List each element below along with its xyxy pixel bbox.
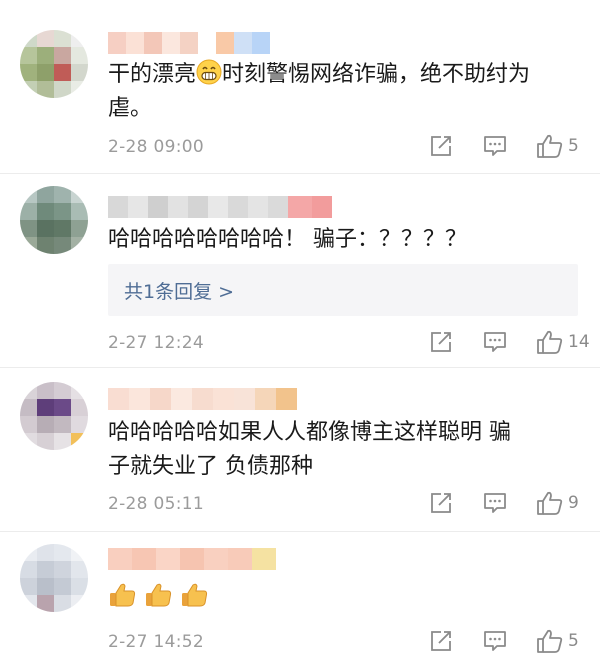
comment-text: 哈哈哈哈哈哈哈哈！ 骗子：？？？？ [108, 227, 467, 252]
share-button[interactable] [428, 133, 454, 159]
grinning-face-emoji-icon [196, 59, 222, 85]
share-icon [431, 136, 451, 156]
timestamp: 2-28 09:00 [108, 137, 204, 157]
comment-icon [484, 332, 506, 352]
share-button[interactable] [428, 329, 454, 355]
username-blurred[interactable] [108, 196, 332, 218]
thumbs-up-icon [537, 134, 563, 158]
timestamp: 2-27 12:24 [108, 333, 204, 353]
thumbs-up-icon [537, 491, 563, 515]
thumbs-up-icon [537, 330, 563, 354]
reply-thread-box[interactable]: 共1条回复 > [108, 264, 578, 316]
avatar[interactable] [20, 30, 88, 98]
comment-actions: 9 [428, 490, 579, 516]
timestamp: 2-28 05:11 [108, 494, 204, 514]
username-blurred[interactable] [108, 32, 270, 54]
like-count: 5 [568, 631, 579, 651]
thumbs-up-icon [537, 629, 563, 653]
timestamp: 2-27 14:52 [108, 632, 204, 652]
thumbs-up-emoji-icon [110, 583, 136, 607]
avatar[interactable] [20, 186, 88, 254]
share-icon [431, 631, 451, 651]
comment-emojis [108, 578, 582, 612]
thumbs-up-emoji-icon [182, 583, 208, 607]
avatar[interactable] [20, 544, 88, 612]
comment-text: 哈哈哈哈哈如果人人都像博主这样聪明 骗 子就失业了 负债那种 [108, 420, 511, 479]
avatar[interactable] [20, 382, 88, 450]
comment-button[interactable] [482, 628, 508, 654]
share-button[interactable] [428, 628, 454, 654]
username-blurred[interactable] [108, 548, 276, 570]
view-replies-link[interactable]: 共1条回复 > [124, 277, 234, 304]
comment-button[interactable] [482, 329, 508, 355]
like-count: 5 [568, 136, 579, 156]
thumbs-up-emoji-icon [146, 583, 172, 607]
comment-item: 干的漂亮 时刻警惕网络诈骗，绝不助纣为 虐。 2-28 09:00 5 [0, 0, 600, 174]
like-count: 9 [568, 493, 579, 513]
comment-icon [484, 136, 506, 156]
username-blurred[interactable] [108, 388, 297, 410]
comment-icon [484, 631, 506, 651]
comment-button[interactable] [482, 490, 508, 516]
like-button[interactable]: 5 [536, 133, 579, 159]
comment-item: 哈哈哈哈哈如果人人都像博主这样聪明 骗 子就失业了 负债那种 2-28 05:1… [0, 368, 600, 532]
like-count: 14 [568, 332, 590, 352]
comment-actions: 5 [428, 628, 579, 654]
share-icon [431, 332, 451, 352]
like-button[interactable]: 5 [536, 628, 579, 654]
comment-actions: 5 [428, 133, 579, 159]
comment-button[interactable] [482, 133, 508, 159]
comment-actions: 14 [428, 329, 590, 355]
comment-text: 干的漂亮 时刻警惕网络诈骗，绝不助纣为 虐。 [108, 58, 582, 126]
comment-item: 2-27 14:52 5 [0, 532, 600, 671]
like-button[interactable]: 14 [536, 329, 590, 355]
share-button[interactable] [428, 490, 454, 516]
comment-item: 哈哈哈哈哈哈哈哈！ 骗子：？？？？ 共1条回复 > 2-27 12:24 14 [0, 174, 600, 368]
comment-icon [484, 493, 506, 513]
share-icon [431, 493, 451, 513]
like-button[interactable]: 9 [536, 490, 579, 516]
